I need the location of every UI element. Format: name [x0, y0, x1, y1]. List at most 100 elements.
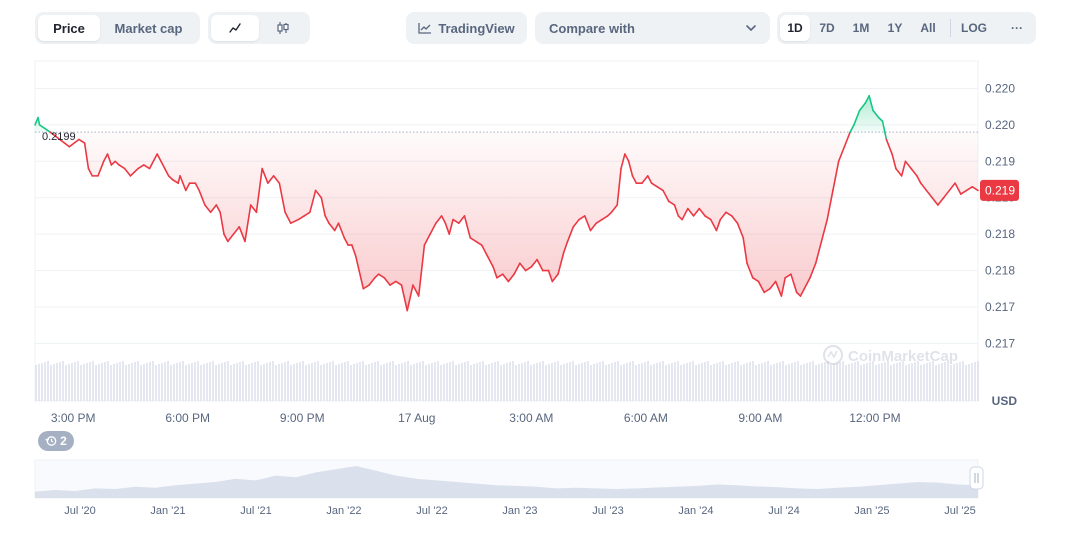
volume-bar — [551, 363, 553, 401]
volume-bar — [887, 361, 889, 401]
range-all[interactable]: All — [913, 15, 943, 41]
volume-bar — [683, 364, 685, 401]
volume-bar — [743, 364, 745, 401]
navigator-handle[interactable] — [969, 466, 984, 490]
volume-bar — [401, 363, 403, 401]
above-reference-fill — [35, 95, 978, 133]
tradingview-button[interactable]: TradingView — [406, 12, 527, 44]
volume-bar — [422, 361, 424, 401]
volume-bar — [92, 361, 94, 401]
volume-bar — [191, 363, 193, 401]
volume-bar — [47, 361, 49, 401]
volume-bar — [479, 362, 481, 401]
more-options-button[interactable]: ··· — [1002, 15, 1032, 41]
volume-bar — [428, 364, 430, 401]
volume-bar — [470, 365, 472, 401]
range-1y[interactable]: 1Y — [880, 15, 910, 41]
volume-bar — [902, 361, 904, 401]
current-price-label: 0.219 — [985, 183, 1015, 197]
tab-market-cap[interactable]: Market cap — [100, 15, 197, 41]
volume-bar — [371, 363, 373, 401]
navigator-x-tick-label: Jul '22 — [416, 505, 447, 517]
volume-bar — [860, 365, 862, 401]
volume-bar — [923, 364, 925, 401]
navigator-area — [34, 459, 979, 499]
volume-bar — [257, 361, 259, 401]
x-axis: 3:00 PM 6:00 PM 9:00 PM 17 Aug 3:00 AM 6:00 A… — [51, 411, 901, 425]
volume-bar — [680, 365, 682, 401]
volume-bar — [959, 362, 961, 401]
volume-bar — [770, 365, 772, 401]
volume-bar — [239, 362, 241, 401]
y-tick-label: 0.218 — [985, 227, 1015, 241]
volume-bar — [725, 365, 727, 401]
volume-bar — [188, 364, 190, 401]
volume-bar — [677, 361, 679, 401]
volume-bar — [851, 363, 853, 401]
volume-bar — [623, 364, 625, 401]
line-chart-icon[interactable] — [211, 15, 259, 41]
volume-bar — [560, 365, 562, 401]
volume-bar — [752, 361, 754, 401]
volume-bar — [368, 364, 370, 401]
volume-bar — [704, 362, 706, 401]
volume-bar — [410, 365, 412, 401]
volume-bar — [644, 362, 646, 401]
volume-bar — [377, 361, 379, 401]
volume-bar — [713, 364, 715, 401]
candlestick-icon[interactable] — [259, 15, 307, 41]
below-reference-fill — [35, 132, 978, 311]
history-count: 2 — [60, 434, 67, 448]
volume-bar — [773, 364, 775, 401]
volume-bar — [431, 363, 433, 401]
volume-bar — [95, 365, 97, 401]
volume-bar — [248, 364, 250, 401]
volume-bar — [896, 363, 898, 401]
volume-bar — [857, 361, 859, 401]
volume-bar — [944, 362, 946, 401]
range-1d[interactable]: 1D — [780, 15, 810, 41]
volume-bar — [182, 361, 184, 401]
volume-bar — [452, 361, 454, 401]
volume-bar — [506, 363, 508, 401]
range-7d[interactable]: 7D — [812, 15, 842, 41]
volume-bar — [110, 365, 112, 401]
volume-bar — [173, 364, 175, 401]
navigator-x-tick-label: Jan '25 — [854, 505, 889, 517]
volume-bar — [905, 365, 907, 401]
volume-bar — [272, 361, 274, 401]
volume-bar — [746, 363, 748, 401]
compare-with-select[interactable]: Compare with — [535, 12, 770, 44]
tab-price[interactable]: Price — [38, 15, 100, 41]
volume-bar — [326, 363, 328, 401]
volume-bar — [287, 361, 289, 401]
volume-bar — [641, 363, 643, 401]
log-scale-toggle[interactable]: LOG — [956, 15, 992, 41]
volume-bar — [815, 365, 817, 401]
volume-bar — [872, 361, 874, 401]
volume-bar — [80, 365, 82, 401]
volume-bar — [281, 363, 283, 401]
history-badge[interactable]: 2 — [38, 431, 74, 451]
volume-bar — [572, 361, 574, 401]
volume-bar — [266, 363, 268, 401]
volume-bar — [599, 362, 601, 401]
volume-bar — [854, 362, 856, 401]
volume-bar — [686, 363, 688, 401]
range-1m[interactable]: 1M — [846, 15, 876, 41]
price-chart[interactable]: 0.2199 0.2200.2200.2190.2190.2180.2180.2… — [0, 55, 1066, 430]
volume-bar — [974, 362, 976, 401]
volume-bar — [620, 365, 622, 401]
volume-bar — [146, 363, 148, 401]
volume-bar — [596, 363, 598, 401]
reference-price-label: 0.2199 — [42, 131, 76, 143]
history-navigator-chart[interactable]: Jul '20 Jan '21 Jul '21 Jan '22 Jul '22 Jan '… — [0, 452, 1066, 532]
volume-bar — [947, 361, 949, 401]
volume-bar — [407, 361, 409, 401]
volume-bar — [968, 364, 970, 401]
volume-bar — [419, 362, 421, 401]
volume-bar — [278, 364, 280, 401]
volume-bar — [245, 365, 247, 401]
volume-bar — [116, 363, 118, 401]
volume-bar — [581, 363, 583, 401]
